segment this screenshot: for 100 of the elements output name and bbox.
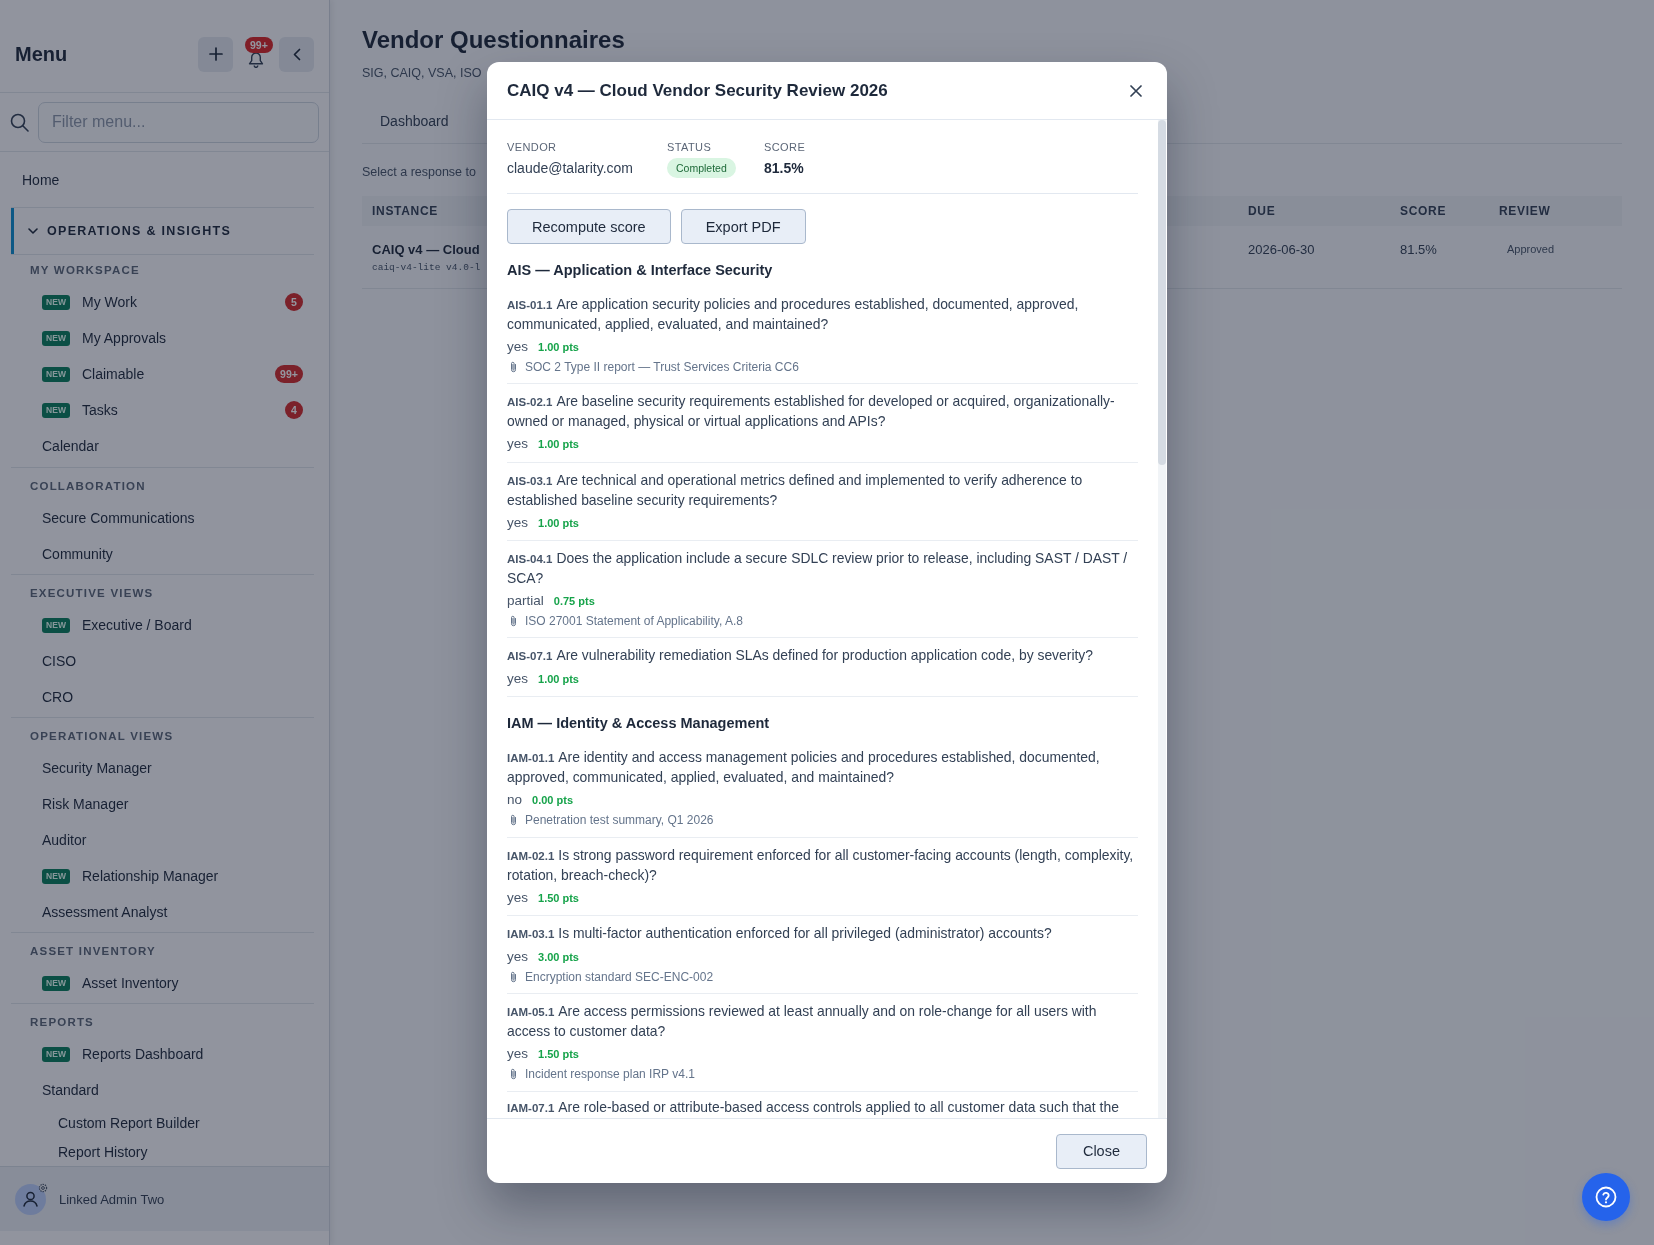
score-value: 81.5% (764, 160, 804, 176)
nav-item[interactable]: NEW Relationship Manager (11, 858, 314, 894)
attachment-name: Incident response plan IRP v4.1 (525, 1067, 695, 1082)
notification-badge: 99+ (245, 36, 273, 53)
nav-item[interactable]: Standard (11, 1072, 314, 1108)
new-tag: NEW (42, 330, 70, 346)
nav-item[interactable]: NEW Asset Inventory (11, 965, 314, 1001)
question-text: IAM-03.1 Is multi-factor authentication enforced for all privileged (administrator) accounts? (507, 924, 1053, 944)
action-button[interactable]: Recompute score (507, 209, 671, 244)
attachment-name: ISO 27001 Statement of Applicability, A.8 (525, 613, 743, 628)
nav-item[interactable]: Custom Report Builder (11, 1108, 314, 1137)
question-text: AIS-01.1 Are application security policies and procedures established, documented, approved, communicated, applied, evaluated, and maintained? (507, 295, 1080, 334)
nav-item[interactable]: NEW Claimable 99+ (11, 356, 314, 392)
review-status: Approved (1507, 242, 1555, 257)
points-value: 1.00 pts (538, 672, 579, 688)
group-heading: COLLABORATION (29, 479, 147, 494)
chevron-down-icon (28, 228, 38, 234)
nav-item[interactable]: NEW My Approvals (11, 320, 314, 356)
question-text: IAM-05.1 Are access permissions reviewed at least annually and on role-change for all users with access to customer data? (507, 1002, 1098, 1042)
paperclip-icon (510, 1068, 517, 1081)
field-label: VENDOR (507, 140, 557, 154)
group-heading: EXECUTIVE VIEWS (29, 586, 155, 601)
nav-item[interactable]: Assessment Analyst (11, 894, 314, 930)
new-tag: NEW (42, 294, 70, 310)
answer-value: yes (507, 338, 528, 356)
question-text: AIS-07.1 Are vulnerability remediation SLAs defined for production application code, by severity? (507, 646, 1095, 666)
field-value: claude@talarity.com (507, 160, 633, 176)
gear-icon (38, 1182, 48, 1193)
nav-item[interactable]: Security Manager (11, 750, 314, 786)
points-value: 0.75 pts (553, 593, 595, 609)
points-value: 1.50 pts (538, 890, 579, 906)
group-heading: ASSET INVENTORY (29, 944, 157, 959)
tab[interactable]: Dashboard (362, 100, 467, 143)
chevron-left-icon (292, 47, 301, 61)
nav-item[interactable]: CISO (11, 643, 314, 679)
notifications-button[interactable]: 99+ (237, 36, 275, 72)
answer-value: yes (507, 435, 528, 454)
section-heading: AIS — Application & Interface Security (507, 261, 774, 280)
field-label: STATUS (667, 140, 712, 154)
points-value: 1.00 pts (538, 340, 579, 355)
column-header: INSTANCE (372, 204, 439, 218)
table-cell: 2026-06-30 (1248, 241, 1315, 258)
page-title: Vendor Questionnaires (362, 25, 625, 55)
nav-item[interactable]: NEW Executive / Board (11, 607, 314, 643)
points-value: 1.50 pts (538, 1047, 579, 1063)
nav-item[interactable]: NEW Tasks 4 (11, 392, 314, 428)
search-icon (10, 112, 29, 132)
nav-item[interactable]: Risk Manager (11, 786, 314, 822)
nav-item[interactable]: CRO (11, 679, 314, 715)
nav-item[interactable]: Secure Communications (11, 500, 314, 536)
filter-field[interactable]: Filter menu... (38, 101, 319, 143)
close-button[interactable]: Close (1055, 1133, 1147, 1169)
status-badge: Completed (667, 158, 736, 178)
section-heading: IAM — Identity & Access Management (507, 714, 771, 734)
paperclip-icon (510, 361, 517, 373)
bell-icon (248, 51, 264, 68)
answer-value: yes (507, 670, 528, 689)
answer-value: yes (507, 888, 528, 907)
nav-item[interactable]: Auditor (11, 822, 314, 858)
hint-text: Select a response to (362, 164, 476, 180)
answer-value: partial (507, 591, 544, 610)
collapse-button[interactable] (279, 36, 314, 72)
new-tag: NEW (42, 366, 70, 382)
page-subtitle: SIG, CAIQ, VSA, ISO (362, 65, 482, 82)
question-text: AIS-04.1 Does the application include a secure SDLC review prior to release, including SAST / DAST / SCA? (507, 548, 1129, 588)
new-tag: NEW (42, 975, 70, 991)
column-header: REVIEW (1499, 204, 1551, 218)
paperclip-icon (510, 814, 517, 827)
help-button[interactable] (1582, 1173, 1630, 1221)
nav-item[interactable]: NEW Reports Dashboard (11, 1036, 314, 1072)
nav-item[interactable]: Home (11, 162, 314, 198)
section-toggle[interactable]: OPERATIONS & INSIGHTS (11, 208, 314, 254)
nav-item[interactable]: NEW My Work 5 (11, 284, 314, 320)
user-name: Linked Admin Two (59, 1191, 165, 1207)
attachment-name: Penetration test summary, Q1 2026 (525, 813, 714, 828)
close-icon (1130, 84, 1142, 97)
column-header: SCORE (1400, 204, 1447, 218)
answer-value: yes (507, 948, 528, 967)
new-tag: NEW (42, 402, 70, 418)
table-cell: 81.5% (1400, 241, 1437, 258)
question-text: AIS-02.1 Are baseline security requirements established for developed or acquired, organizationally-owned or managed, physical or virtual applications and APIs? (507, 392, 1116, 432)
menu-title: Menu (15, 42, 68, 66)
action-button[interactable]: Export PDF (680, 209, 806, 244)
answer-value: no (507, 791, 523, 810)
add-button[interactable] (198, 36, 233, 72)
modal-title: CAIQ v4 — Cloud Vendor Security Review 2026 (507, 80, 888, 101)
question-text: AIS-03.1 Are technical and operational metrics defined and implemented to verify adherence to established baseline security requirements? (507, 470, 1084, 510)
attachment-name: SOC 2 Type II report — Trust Services Criteria CC6 (525, 360, 799, 374)
nav-item[interactable]: Report History (11, 1137, 314, 1166)
points-value: 1.00 pts (538, 515, 579, 531)
question-text: IAM-07.1 Are role-based or attribute-based access controls applied to all customer data such that the (507, 1097, 1120, 1117)
field-label: SCORE (764, 140, 806, 154)
instance-name: CAIQ v4 — Cloud (372, 241, 480, 258)
nav-item[interactable]: Calendar (11, 428, 314, 464)
nav-item[interactable]: Community (11, 536, 314, 572)
new-tag: NEW (42, 617, 70, 633)
scrollbar-thumb[interactable] (1158, 120, 1166, 465)
group-heading: REPORTS (29, 1015, 95, 1030)
count-badge: 4 (285, 401, 303, 419)
answer-value: yes (507, 1045, 528, 1064)
